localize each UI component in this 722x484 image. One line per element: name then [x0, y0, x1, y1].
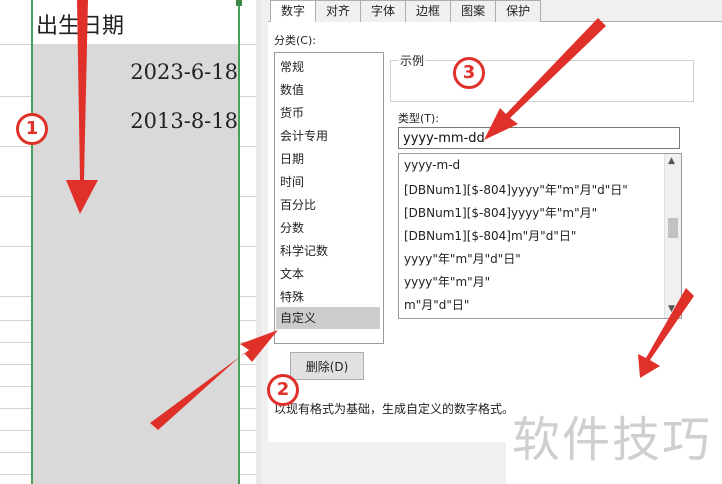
category-item-date[interactable]: 日期 [280, 150, 304, 167]
delete-button[interactable]: 删除(D) [290, 352, 364, 380]
format-item[interactable]: yyyy-m-d [404, 158, 460, 172]
watermark-text: 软件技巧 [512, 412, 713, 468]
category-item-text[interactable]: 文本 [280, 265, 304, 282]
scroll-thumb[interactable] [668, 218, 678, 238]
fill-handle[interactable] [236, 0, 242, 6]
tab-font[interactable]: 字体 [360, 0, 407, 22]
category-item-accounting[interactable]: 会计专用 [280, 127, 328, 144]
category-item-currency[interactable]: 货币 [280, 104, 304, 121]
format-item[interactable]: [DBNum1][$-804]m"月"d"日" [404, 227, 576, 244]
spreadsheet-area: 出生日期 2023-6-18 2013-8-18 [0, 0, 262, 484]
tab-number[interactable]: 数字 [270, 0, 317, 22]
step-badge-3: 3 [453, 57, 485, 89]
tab-pattern[interactable]: 图案 [450, 0, 497, 22]
tab-border[interactable]: 边框 [405, 0, 452, 22]
type-input[interactable] [398, 127, 680, 149]
date-cell[interactable]: 2023-6-18 [130, 60, 238, 84]
step-badge-1: 1 [16, 113, 48, 145]
category-item-percentage[interactable]: 百分比 [280, 196, 316, 213]
scroll-down-icon[interactable]: ▼ [668, 304, 675, 314]
format-item[interactable]: m"月"d"日" [404, 296, 469, 313]
step-badge-2: 2 [267, 374, 299, 406]
hint-text: 以现有格式为基础，生成自定义的数字格式。 [274, 402, 515, 416]
format-list-scrollbar[interactable]: ▲ ▼ [664, 154, 681, 318]
format-list[interactable]: yyyy-m-d [DBNum1][$-804]yyyy"年"m"月"d"日" … [398, 153, 682, 319]
type-label: 类型(T): [398, 112, 440, 125]
category-item-fraction[interactable]: 分数 [280, 219, 304, 236]
category-label: 分类(C): [274, 34, 316, 47]
format-item[interactable]: yyyy"年"m"月"d"日" [404, 250, 521, 267]
column-header-text: 出生日期 [36, 14, 125, 39]
category-list[interactable]: 常规 数值 货币 会计专用 日期 时间 百分比 分数 科学记数 文本 特殊 自定… [274, 52, 384, 344]
scroll-up-icon[interactable]: ▲ [668, 156, 675, 166]
format-item[interactable]: [DBNum1][$-804]yyyy"年"m"月"d"日" [404, 181, 628, 198]
category-item-scientific[interactable]: 科学记数 [280, 242, 328, 259]
tab-protection[interactable]: 保护 [495, 0, 542, 22]
category-item-general[interactable]: 常规 [280, 58, 304, 75]
format-item[interactable]: yyyy"年"m"月" [404, 273, 490, 290]
category-item-custom[interactable]: 自定义 [276, 307, 380, 329]
sample-box [390, 60, 694, 102]
category-item-number[interactable]: 数值 [280, 81, 304, 98]
category-item-special[interactable]: 特殊 [280, 288, 304, 305]
date-cell[interactable]: 2013-8-18 [130, 109, 238, 133]
format-item[interactable]: [DBNum1][$-804]yyyy"年"m"月" [404, 204, 597, 221]
sample-label: 示例 [398, 52, 427, 69]
dialog-tabs: 数字 对齐 字体 边框 图案 保护 [270, 0, 542, 22]
category-item-time[interactable]: 时间 [280, 173, 304, 190]
tab-alignment[interactable]: 对齐 [315, 0, 362, 22]
